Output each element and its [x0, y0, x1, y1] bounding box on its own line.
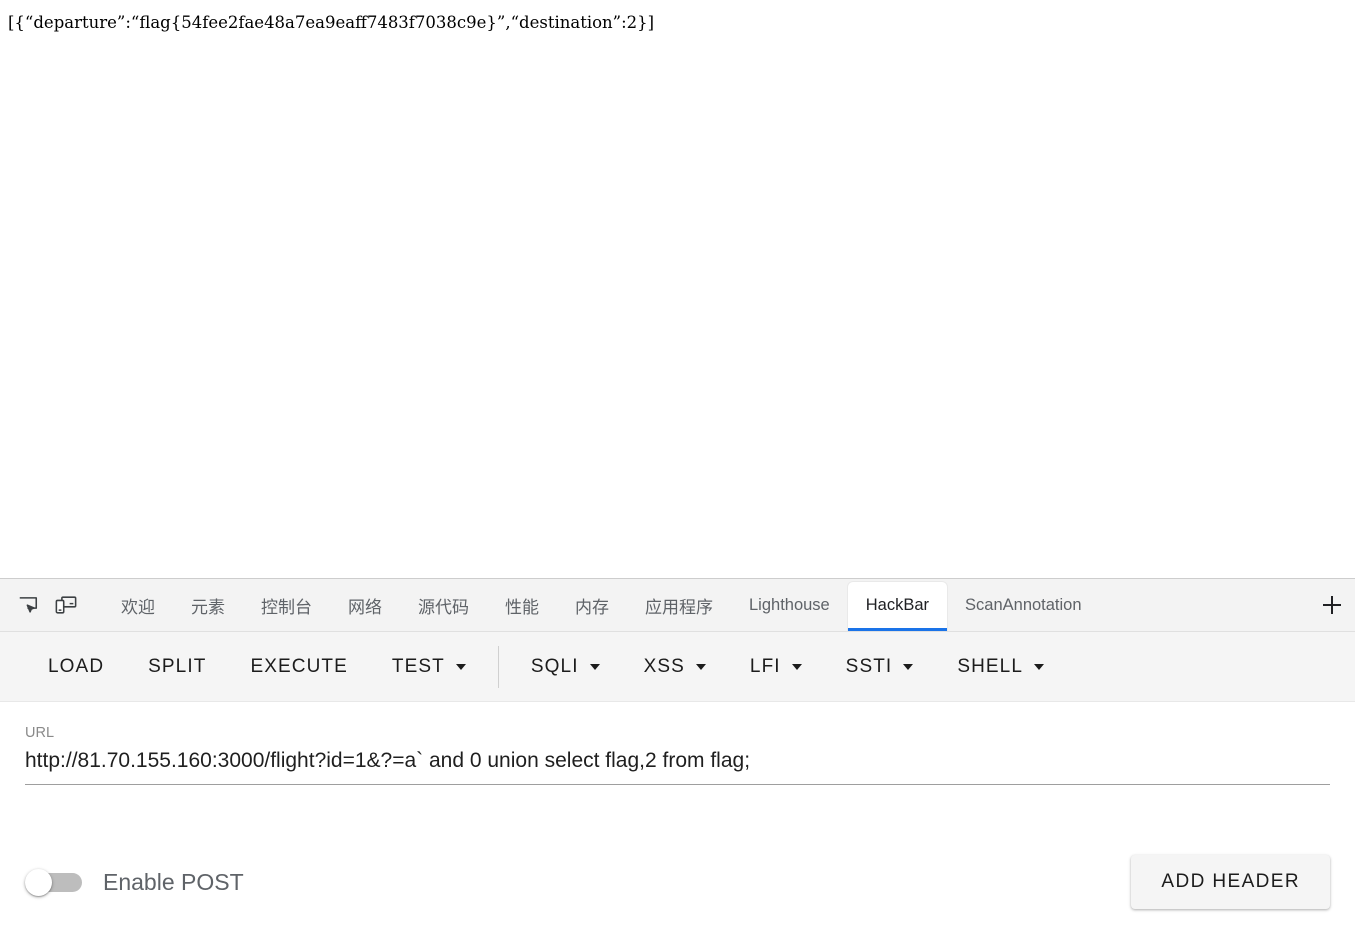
lfi-dropdown-button[interactable]: LFI — [728, 632, 824, 701]
tab-sources[interactable]: 源代码 — [400, 582, 487, 631]
tab-label: Lighthouse — [749, 595, 830, 614]
chevron-down-icon — [903, 663, 914, 670]
hackbar-options-row: Enable POST ADD HEADER — [0, 822, 1355, 942]
chevron-down-icon — [455, 663, 466, 670]
toggle-switch-control[interactable] — [25, 869, 83, 896]
tab-performance[interactable]: 性能 — [487, 582, 557, 631]
shell-button-label: SHELL — [957, 655, 1024, 677]
inspect-element-icon[interactable] — [9, 579, 47, 631]
browser-page-viewport: [{“departure”:“flag{54fee2fae48a7ea9eaff… — [0, 0, 1355, 578]
tab-label: 内存 — [575, 597, 609, 617]
tab-network[interactable]: 网络 — [330, 582, 400, 631]
devtools-tabs-list: 欢迎 元素 控制台 网络 源代码 性能 内存 应用程序 Lighthouse H… — [103, 579, 1309, 631]
chevron-down-icon — [1034, 663, 1045, 670]
tab-label: 源代码 — [418, 597, 469, 617]
tab-label: ScanAnnotation — [965, 595, 1082, 614]
tab-label: HackBar — [865, 595, 930, 614]
tab-memory[interactable]: 内存 — [557, 582, 627, 631]
hackbar-toolbar: LOAD SPLIT EXECUTE TEST SQLI XSS LFI SST… — [0, 632, 1355, 702]
test-dropdown-button[interactable]: TEST — [370, 632, 488, 701]
xss-dropdown-button[interactable]: XSS — [622, 632, 728, 701]
ssti-button-label: SSTI — [845, 655, 893, 677]
split-button-label: SPLIT — [148, 655, 207, 677]
devtools-panel: 欢迎 元素 控制台 网络 源代码 性能 内存 应用程序 Lighthouse H… — [0, 578, 1355, 942]
tab-label: 控制台 — [261, 597, 312, 617]
add-header-button[interactable]: ADD HEADER — [1131, 855, 1330, 909]
toggle-knob — [25, 869, 52, 896]
test-button-label: TEST — [391, 655, 445, 677]
ssti-dropdown-button[interactable]: SSTI — [824, 632, 936, 701]
url-field-label: URL — [25, 725, 55, 741]
devtools-tab-bar: 欢迎 元素 控制台 网络 源代码 性能 内存 应用程序 Lighthouse H… — [0, 579, 1355, 632]
tab-application[interactable]: 应用程序 — [627, 582, 731, 631]
chevron-down-icon — [791, 663, 802, 670]
split-button[interactable]: SPLIT — [126, 632, 228, 701]
enable-post-label: Enable POST — [103, 868, 244, 895]
shell-dropdown-button[interactable]: SHELL — [935, 632, 1066, 701]
tab-console[interactable]: 控制台 — [243, 582, 330, 631]
tab-welcome[interactable]: 欢迎 — [103, 582, 173, 631]
tab-label: 网络 — [348, 597, 382, 617]
tab-elements[interactable]: 元素 — [173, 582, 243, 631]
url-input[interactable]: http://81.70.155.160:3000/flight?id=1&?=… — [25, 744, 1330, 778]
sqli-dropdown-button[interactable]: SQLI — [509, 632, 622, 701]
load-button[interactable]: LOAD — [26, 632, 126, 701]
chevron-down-icon — [695, 663, 706, 670]
lfi-button-label: LFI — [749, 655, 781, 677]
sqli-button-label: SQLI — [530, 655, 579, 677]
chevron-down-icon — [589, 663, 600, 670]
url-field-section: URL http://81.70.155.160:3000/flight?id=… — [0, 702, 1355, 822]
load-button-label: LOAD — [48, 655, 105, 677]
plus-icon[interactable] — [1309, 579, 1355, 631]
execute-button[interactable]: EXECUTE — [228, 632, 369, 701]
tab-hackbar[interactable]: HackBar — [847, 582, 948, 631]
device-toolbar-icon[interactable] — [47, 579, 85, 631]
execute-button-label: EXECUTE — [250, 655, 348, 677]
json-response-text: [{“departure”:“flag{54fee2fae48a7ea9eaff… — [8, 13, 655, 32]
xss-button-label: XSS — [643, 655, 685, 677]
tab-label: 性能 — [505, 597, 539, 617]
enable-post-toggle[interactable]: Enable POST — [25, 869, 244, 896]
tab-label: 元素 — [191, 597, 225, 617]
tab-lighthouse[interactable]: Lighthouse — [731, 582, 848, 631]
tab-label: 欢迎 — [121, 597, 155, 617]
tab-scanannotation[interactable]: ScanAnnotation — [947, 582, 1100, 631]
toolbar-divider — [497, 645, 499, 688]
url-input-underline — [25, 784, 1330, 785]
tab-label: 应用程序 — [645, 597, 713, 617]
